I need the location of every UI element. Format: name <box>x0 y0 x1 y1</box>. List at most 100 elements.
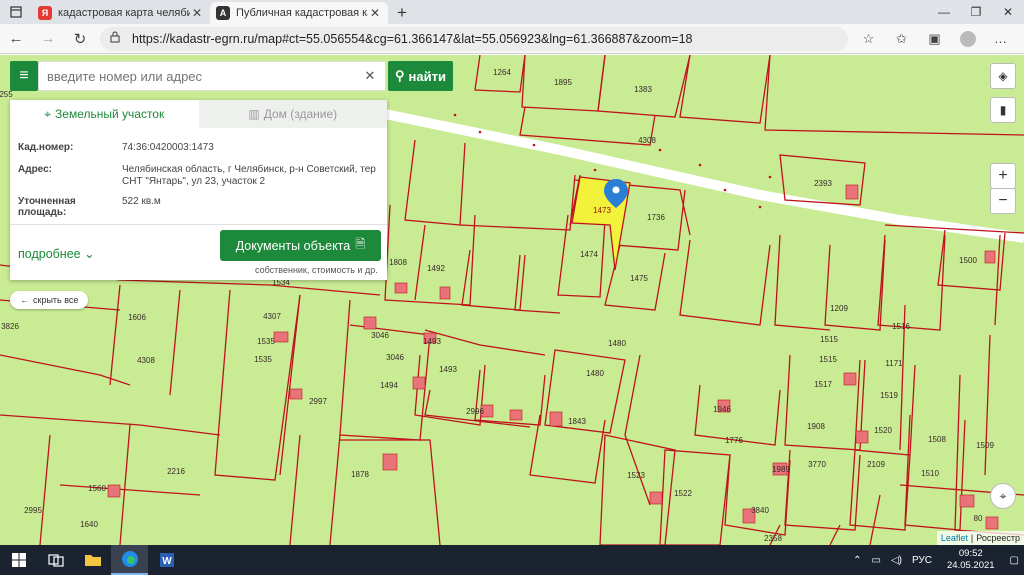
profile-avatar[interactable] <box>951 24 984 54</box>
cadastral-number-label: Кад.номер: <box>18 142 74 153</box>
parcel-label: 1493 <box>423 337 441 346</box>
parcel-label: 1475 <box>630 274 648 283</box>
address-value: Челябинская область, г Челябинск, р-н Со… <box>122 164 376 187</box>
documents-button[interactable]: Документы объекта 🗎 <box>220 230 381 261</box>
ruler-icon: ▮ <box>999 103 1007 117</box>
browser-toolbar: ← → ↻ https://kadastr-egrn.ru/map#ct=55.… <box>0 24 1024 54</box>
yandex-icon: Я <box>38 6 52 20</box>
parcel-label: 2997 <box>309 397 327 406</box>
close-icon[interactable]: ✕ <box>368 6 382 20</box>
rosreestr-text: Росреестр <box>976 533 1020 543</box>
task-view-icon[interactable] <box>37 545 74 575</box>
network-icon[interactable]: ▭ <box>866 555 885 566</box>
windows-start-icon[interactable] <box>0 545 37 575</box>
close-icon[interactable]: ✕ <box>190 6 204 20</box>
more-link[interactable]: подробнее ⌄ <box>18 246 95 261</box>
parcel-label: 1515 <box>820 335 838 344</box>
parcel-label: 1517 <box>814 380 832 389</box>
parcel-label: 1209 <box>830 304 848 313</box>
parcel-label: 1523 <box>627 471 645 480</box>
edge-icon[interactable] <box>111 545 148 575</box>
volume-icon[interactable]: ◁) <box>886 555 907 566</box>
parcel-label: 3826 <box>1 322 19 331</box>
parcel-label: 4308 <box>638 136 656 145</box>
tab-yandex[interactable]: Я кадастровая карта челябинской ✕ <box>32 2 210 24</box>
tab-house[interactable]: ▥ Дом (здание) <box>198 100 387 128</box>
layers-button[interactable]: ◈ <box>990 63 1016 89</box>
locate-button[interactable]: ⌖ <box>990 483 1016 509</box>
parcel-label: 1640 <box>80 520 98 529</box>
tab-kadastr[interactable]: A Публичная кадастровая карта с ✕ <box>210 2 388 24</box>
parcel-label: 1494 <box>380 381 398 390</box>
parcel-label: 1560 <box>88 484 106 493</box>
parcel-label: 1808 <box>389 258 407 267</box>
arrow-left-icon: ← <box>20 295 29 305</box>
minimize-icon[interactable]: — <box>928 0 960 24</box>
hide-all-button[interactable]: ← скрыть все <box>10 291 89 309</box>
tab-title: Публичная кадастровая карта с <box>236 7 368 19</box>
favorite-star-icon[interactable]: ☆ <box>852 24 885 54</box>
forward-icon[interactable]: → <box>32 24 64 54</box>
parcel-label: 2358 <box>764 534 782 543</box>
parcel-label: 1500 <box>959 256 977 265</box>
chevron-up-icon[interactable]: ⌃ <box>848 555 866 566</box>
window-controls: — ❐ ✕ <box>928 0 1024 24</box>
back-icon[interactable]: ← <box>0 24 32 54</box>
restore-icon[interactable]: ❐ <box>960 0 992 24</box>
search-box[interactable]: ✕ <box>38 61 386 91</box>
parcel-label: 4308 <box>137 356 155 365</box>
parcel-label: 3046 <box>371 331 389 340</box>
parcel-info-card: ⌖ Земельный участок ▥ Дом (здание) Кад.н… <box>10 100 387 280</box>
zoom-in-button[interactable]: + <box>990 163 1016 189</box>
parcel-label: 1510 <box>921 469 939 478</box>
close-window-icon[interactable]: ✕ <box>992 0 1024 24</box>
system-tray: ⌃ ▭ ◁) РУС 09:52 24.05.2021 ▢ <box>848 545 1024 575</box>
parcel-label: 1519 <box>880 391 898 400</box>
parcel-label: 1776 <box>725 436 743 445</box>
leaflet-link[interactable]: Leaflet <box>941 533 968 543</box>
ruler-button[interactable]: ▮ <box>990 97 1016 123</box>
notifications-icon[interactable]: ▢ <box>1005 555 1024 566</box>
more-menu-icon[interactable]: … <box>984 24 1017 54</box>
parcel-label: 1989 <box>772 465 790 474</box>
address-bar[interactable]: https://kadastr-egrn.ru/map#ct=55.056554… <box>100 26 848 51</box>
parcel-label: 4307 <box>263 312 281 321</box>
search-icon: ⚲ <box>395 68 405 83</box>
menu-button[interactable]: ≡ <box>10 61 38 91</box>
parcel-label: 1474 <box>580 250 598 259</box>
parcel-label: 1516 <box>892 322 910 331</box>
cadastral-number-value: 74:36:0420003:1473 <box>122 142 214 153</box>
new-tab-button[interactable]: + <box>388 2 416 24</box>
favorites-icon[interactable]: ✩ <box>885 24 918 54</box>
parcel-label: 1492 <box>427 264 445 273</box>
refresh-icon[interactable]: ↻ <box>64 24 96 54</box>
clear-icon[interactable]: ✕ <box>363 68 377 84</box>
parcel-label: 1535 <box>254 355 272 364</box>
clock[interactable]: 09:52 24.05.2021 <box>937 548 1005 572</box>
svg-text:W: W <box>162 556 172 567</box>
tab-actions-icon[interactable] <box>0 0 32 24</box>
find-button[interactable]: ⚲ найти <box>388 61 453 91</box>
parcel-label: 1736 <box>647 213 665 222</box>
parcel-label: 1480 <box>586 369 604 378</box>
building-icon: ▥ <box>248 107 260 121</box>
parcel-label: 2393 <box>814 179 832 188</box>
tab-land-plot[interactable]: ⌖ Земельный участок <box>10 100 199 128</box>
parcel-label: 1522 <box>674 489 692 498</box>
area-value: 522 кв.м <box>122 196 161 207</box>
parcel-label: 1895 <box>554 78 572 87</box>
parcel-label: 1383 <box>634 85 652 94</box>
lock-icon[interactable] <box>110 31 126 46</box>
search-input[interactable] <box>47 68 363 84</box>
zoom-out-button[interactable]: − <box>990 188 1016 214</box>
parcel-label: 1509 <box>976 441 994 450</box>
file-explorer-icon[interactable] <box>74 545 111 575</box>
parcel-label: 3840 <box>751 506 769 515</box>
parcel-label: 2109 <box>867 460 885 469</box>
collections-icon[interactable]: ▣ <box>918 24 951 54</box>
cadastral-map[interactable]: 1264 1895 1383 4308 2393 1473 1736 1474 … <box>0 55 1024 545</box>
parcel-label: 1508 <box>928 435 946 444</box>
word-icon[interactable]: W <box>148 545 185 575</box>
parcel-label: 1171 <box>885 359 903 368</box>
language-indicator[interactable]: РУС <box>907 555 937 566</box>
